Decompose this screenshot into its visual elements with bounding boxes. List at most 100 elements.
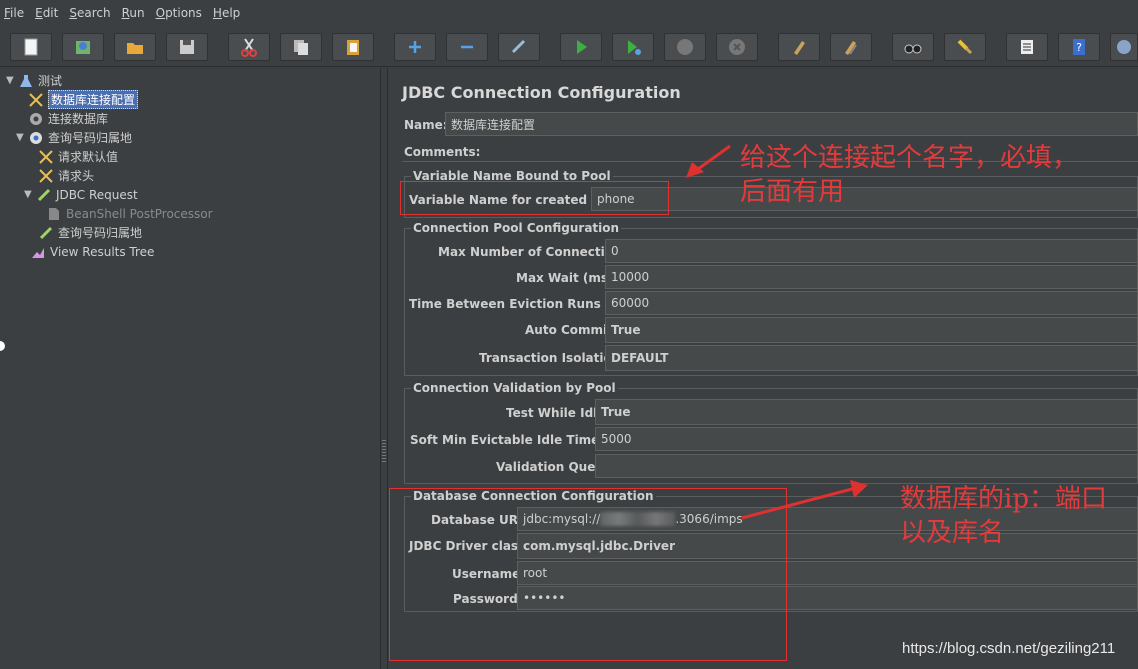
help-button[interactable]: ?	[1058, 33, 1100, 61]
transaction-isolation-select[interactable]: DEFAULT	[605, 345, 1138, 371]
config-element-icon	[39, 168, 53, 183]
cut-icon	[241, 38, 257, 57]
start-no-pause-button[interactable]	[612, 33, 654, 61]
auto-commit-select[interactable]: True	[605, 317, 1138, 343]
clear-button[interactable]	[778, 33, 820, 61]
group-title: Connection Pool Configuration	[411, 221, 622, 235]
group-title: Connection Validation by Pool	[411, 381, 618, 395]
gear-icon	[30, 112, 42, 125]
annotation-line: 后面有用	[740, 177, 845, 207]
max-wait-value: 10000	[611, 270, 650, 284]
tree-item-setup[interactable]: 连接数据库	[28, 109, 108, 128]
name-value: 数据库连接配置	[451, 117, 536, 132]
tree-item-thread-group[interactable]: ▼ 查询号码归属地	[16, 128, 132, 147]
menu-file[interactable]: File	[4, 6, 24, 20]
tree-item-beanshell[interactable]: BeanShell PostProcessor	[46, 204, 213, 223]
clear-all-button[interactable]	[830, 33, 872, 61]
new-button[interactable]	[10, 33, 52, 61]
open-icon	[127, 43, 143, 54]
watermark: https://blog.csdn.net/geziling211	[902, 640, 1116, 657]
test-while-idle-value: True	[601, 405, 631, 419]
copy-icon	[294, 40, 308, 55]
tree-item-defaults[interactable]: 请求默认值	[38, 147, 118, 166]
test-while-idle-select[interactable]: True	[595, 399, 1138, 425]
templates-icon	[76, 41, 90, 54]
sampler-icon	[37, 188, 51, 201]
search-button[interactable]	[892, 33, 934, 61]
annotation-note-db-url: 数据库的ip：端口 以及库名	[900, 482, 1107, 550]
annotation-line: 以及库名	[900, 518, 1005, 548]
pane-splitter[interactable]	[380, 68, 388, 669]
toolbar: ?	[0, 27, 1138, 67]
start-icon	[577, 40, 587, 54]
max-wait-field[interactable]: 10000	[605, 265, 1138, 289]
svg-text:?: ?	[1076, 41, 1082, 54]
menu-edit[interactable]: Edit	[35, 6, 58, 20]
tree-item-jdbc-config[interactable]: 数据库连接配置	[28, 90, 139, 109]
save-button[interactable]	[166, 33, 208, 61]
start-no-pause-icon	[628, 40, 641, 55]
eviction-runs-field[interactable]: 60000	[605, 291, 1138, 315]
cut-button[interactable]	[228, 33, 270, 61]
reset-search-icon	[957, 39, 973, 55]
menu-search[interactable]: Search	[69, 6, 110, 20]
menu-run[interactable]: Run	[122, 6, 145, 20]
max-connections-field[interactable]: 0	[605, 239, 1138, 263]
annotation-line: 给这个连接起个名字，必填，	[740, 143, 1079, 173]
copy-button[interactable]	[280, 33, 322, 61]
transaction-isolation-label: Transaction Isolation:	[479, 351, 626, 365]
tree-item-label: 请求默认值	[58, 150, 119, 164]
help-icon: ?	[1073, 39, 1085, 55]
auto-commit-label: Auto Commit:	[525, 323, 618, 337]
open-button[interactable]	[114, 33, 156, 61]
comments-label: Comments:	[404, 145, 481, 159]
test-plan-icon	[20, 74, 32, 87]
splitter-grip[interactable]	[382, 440, 386, 462]
menu-options[interactable]: Options	[156, 6, 202, 20]
collapse-arrow-icon[interactable]: ▼	[16, 132, 28, 143]
config-element-icon	[39, 149, 53, 164]
tree-item-label: 数据库连接配置	[48, 90, 139, 109]
remote-button[interactable]	[1110, 33, 1138, 61]
name-field[interactable]: 数据库连接配置	[445, 112, 1138, 136]
stop-button[interactable]	[664, 33, 706, 61]
validation-query-field[interactable]	[595, 454, 1138, 478]
tree-item-test-plan[interactable]: ▼ 测试	[6, 71, 62, 90]
soft-min-idle-field[interactable]: 5000	[595, 427, 1138, 451]
tree-item-headers[interactable]: 请求头	[38, 166, 94, 185]
expand-button[interactable]	[394, 33, 436, 61]
expand-icon	[409, 41, 421, 53]
menu-help[interactable]: Help	[213, 6, 240, 20]
tree-item-label: 查询号码归属地	[48, 131, 133, 145]
remote-icon	[1117, 40, 1131, 54]
search-icon	[904, 44, 922, 54]
clear-icon	[794, 41, 805, 55]
toggle-button[interactable]	[498, 33, 540, 61]
highlight-box-pool-name	[400, 181, 669, 215]
save-icon	[180, 40, 194, 54]
tree-item-results-tree[interactable]: View Results Tree	[30, 242, 154, 261]
collapse-arrow-icon[interactable]: ▼	[6, 75, 18, 86]
paste-icon	[347, 40, 359, 55]
postprocessor-icon	[49, 207, 59, 220]
thread-group-icon	[30, 131, 42, 144]
reset-search-button[interactable]	[944, 33, 986, 61]
collapse-button[interactable]	[446, 33, 488, 61]
test-plan-tree: ▼ 测试 数据库连接配置 连接数据库 ▼ 查询号码归属地 请求默认值 请求头 ▼…	[0, 68, 380, 669]
collapse-arrow-icon[interactable]: ▼	[24, 189, 36, 200]
start-button[interactable]	[560, 33, 602, 61]
tree-item-label: 连接数据库	[48, 112, 109, 126]
highlight-box-db-connection	[389, 488, 787, 661]
collapse-icon	[461, 45, 473, 49]
listener-icon	[32, 247, 44, 258]
tree-item-jdbc-request[interactable]: ▼ JDBC Request	[24, 185, 138, 204]
clear-all-icon	[845, 41, 857, 55]
function-helper-button[interactable]	[1006, 33, 1048, 61]
tree-item-http-request[interactable]: 查询号码归属地	[38, 223, 142, 242]
paste-button[interactable]	[332, 33, 374, 61]
shutdown-button[interactable]	[716, 33, 758, 61]
templates-button[interactable]	[62, 33, 104, 61]
config-element-icon	[29, 92, 43, 107]
new-icon	[24, 38, 38, 56]
tree-item-label: BeanShell PostProcessor	[66, 206, 213, 221]
